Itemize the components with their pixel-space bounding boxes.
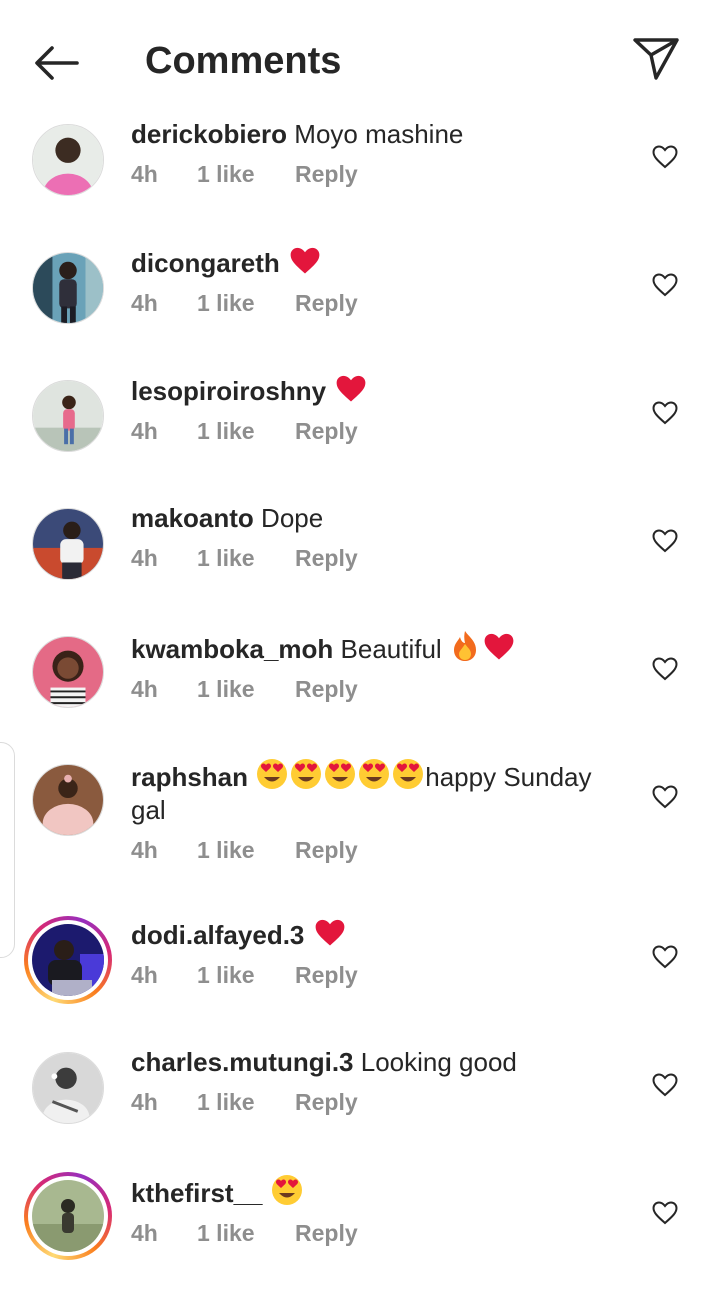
comment-item: lesopiroiroshny 4h 1 like Reply	[0, 374, 720, 502]
avatar[interactable]	[32, 380, 104, 452]
comment-item: derickobiero Moyo mashine 4h 1 like Reply	[0, 118, 720, 246]
comment-time: 4h	[131, 962, 158, 988]
like-comment-button[interactable]	[650, 142, 680, 172]
likes-count[interactable]: 1 like	[197, 545, 295, 572]
like-comment-button[interactable]	[650, 1198, 680, 1228]
likes-count[interactable]: 1 like	[197, 418, 295, 445]
likes-count[interactable]: 1 like	[197, 837, 295, 864]
like-comment-button[interactable]	[650, 270, 680, 300]
comment-text: Beautiful	[340, 634, 442, 664]
reply-button[interactable]: Reply	[295, 418, 358, 445]
comment-item: kthefirst__ 4h 1 like Reply	[0, 1172, 720, 1302]
avatar[interactable]	[32, 508, 104, 580]
heart-outline-icon	[652, 401, 678, 425]
reply-button[interactable]: Reply	[295, 290, 358, 317]
comment-list: derickobiero Moyo mashine 4h 1 like Reply …	[0, 118, 720, 1302]
back-arrow-icon	[35, 46, 79, 80]
heart-outline-icon	[652, 785, 678, 809]
likes-count[interactable]: 1 like	[197, 676, 295, 703]
comment-username[interactable]: kthefirst__	[131, 1178, 263, 1208]
reply-button[interactable]: Reply	[295, 837, 358, 864]
comment-time: 4h	[131, 1220, 158, 1246]
comment-item: charles.mutungi.3 Looking good 4h 1 like R…	[0, 1046, 720, 1174]
like-comment-button[interactable]	[650, 526, 680, 556]
page-title: Comments	[145, 40, 342, 82]
header-bar: Comments	[0, 0, 720, 118]
heart-eyes-emoji	[393, 759, 424, 789]
comment-username[interactable]: dicongareth	[131, 248, 280, 278]
reply-button[interactable]: Reply	[295, 161, 358, 188]
avatar[interactable]	[32, 636, 104, 708]
avatar[interactable]	[32, 764, 104, 836]
comment-item: dicongareth 4h 1 like Reply	[0, 246, 720, 374]
heart-eyes-emoji	[359, 759, 390, 789]
heart-outline-icon	[652, 529, 678, 553]
comment-item: dodi.alfayed.3 4h 1 like Reply	[0, 916, 720, 1046]
heart-outline-icon	[652, 273, 678, 297]
heart-eyes-emoji	[291, 759, 322, 789]
heart-eyes-emoji	[257, 759, 288, 789]
avatar[interactable]	[32, 252, 104, 324]
reply-button[interactable]: Reply	[295, 962, 358, 989]
heart-eyes-emoji	[325, 759, 356, 789]
send-icon	[633, 38, 679, 80]
like-comment-button[interactable]	[650, 398, 680, 428]
comment-username[interactable]: lesopiroiroshny	[131, 376, 326, 406]
reply-button[interactable]: Reply	[295, 1089, 358, 1116]
reply-button[interactable]: Reply	[295, 1220, 358, 1247]
comment-username[interactable]: dodi.alfayed.3	[131, 920, 304, 950]
like-comment-button[interactable]	[650, 1070, 680, 1100]
comment-username[interactable]: kwamboka_moh	[131, 634, 333, 664]
likes-count[interactable]: 1 like	[197, 161, 295, 188]
likes-count[interactable]: 1 like	[197, 1089, 295, 1116]
likes-count[interactable]: 1 like	[197, 962, 295, 989]
comment-username[interactable]: derickobiero	[131, 119, 287, 149]
likes-count[interactable]: 1 like	[197, 290, 295, 317]
avatar[interactable]	[32, 124, 104, 196]
comment-text: Moyo mashine	[294, 119, 464, 149]
comment-time: 4h	[131, 837, 158, 863]
share-button[interactable]	[630, 34, 682, 84]
heart-outline-icon	[652, 1201, 678, 1225]
comment-time: 4h	[131, 161, 158, 187]
reply-button[interactable]: Reply	[295, 676, 358, 703]
red-heart-emoji	[290, 247, 320, 274]
comment-username[interactable]: makoanto	[131, 503, 254, 533]
comment-time: 4h	[131, 545, 158, 571]
comment-time: 4h	[131, 676, 158, 702]
comment-time: 4h	[131, 1089, 158, 1115]
avatar	[32, 924, 104, 996]
comment-username[interactable]: raphshan	[131, 762, 248, 792]
like-comment-button[interactable]	[650, 782, 680, 812]
comment-item: raphshan happy Sunday gal 4h 1 like Reply	[0, 758, 720, 918]
comment-item: kwamboka_moh Beautiful 4h 1 like Reply	[0, 630, 720, 758]
like-comment-button[interactable]	[650, 942, 680, 972]
avatar-story-ring[interactable]	[24, 1172, 112, 1260]
red-heart-emoji	[336, 375, 366, 402]
comment-time: 4h	[131, 290, 158, 316]
avatar	[32, 1180, 104, 1252]
like-comment-button[interactable]	[650, 654, 680, 684]
avatar-story-ring[interactable]	[24, 916, 112, 1004]
reply-button[interactable]: Reply	[295, 545, 358, 572]
heart-eyes-emoji	[271, 1175, 302, 1205]
heart-outline-icon	[652, 657, 678, 681]
back-button[interactable]	[30, 40, 82, 86]
fire-emoji	[453, 631, 476, 661]
red-heart-emoji	[315, 919, 344, 946]
likes-count[interactable]: 1 like	[197, 1220, 295, 1247]
heart-outline-icon	[652, 145, 678, 169]
comment-text: Looking good	[360, 1047, 517, 1077]
avatar[interactable]	[32, 1052, 104, 1124]
comment-username[interactable]: charles.mutungi.3	[131, 1047, 354, 1077]
heart-outline-icon	[652, 945, 678, 969]
red-heart-emoji	[484, 633, 514, 660]
comment-item: makoanto Dope 4h 1 like Reply	[0, 502, 720, 630]
comment-time: 4h	[131, 418, 158, 444]
comment-text: Dope	[261, 503, 324, 533]
heart-outline-icon	[652, 1073, 678, 1097]
